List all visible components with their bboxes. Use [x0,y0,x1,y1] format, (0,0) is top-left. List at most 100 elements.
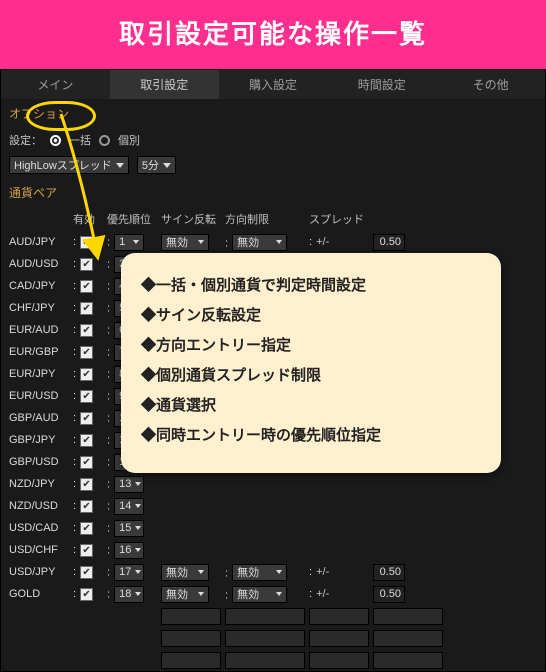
pair-row: USD/CAD : ✔ : 15 [1,517,545,539]
enable-checkbox[interactable]: ✔ [80,390,93,403]
drag-handle-icon[interactable]: : [107,456,111,468]
drag-handle-icon[interactable]: : [309,588,313,600]
enable-checkbox[interactable]: ✔ [80,588,93,601]
enable-checkbox[interactable]: ✔ [80,478,93,491]
drag-handle-icon[interactable]: : [73,368,77,380]
empty-input[interactable] [373,608,443,625]
drag-handle-icon[interactable]: : [73,588,77,600]
drag-handle-icon[interactable]: : [225,567,229,579]
priority-select[interactable]: 16 [114,542,144,559]
priority-select[interactable]: 14 [114,498,144,515]
drag-handle-icon[interactable]: : [73,258,77,270]
reverse-select[interactable]: 無効 [161,586,209,603]
settings-label: 設定： [9,132,42,148]
drag-handle-icon[interactable]: : [309,236,313,248]
empty-select[interactable] [309,630,369,647]
enable-checkbox[interactable]: ✔ [80,258,93,271]
drag-handle-icon[interactable]: : [73,478,77,490]
drag-handle-icon[interactable]: : [73,280,77,292]
tab-other[interactable]: その他 [436,70,545,99]
tab-purchase-settings[interactable]: 購入設定 [219,70,328,99]
enable-checkbox[interactable]: ✔ [80,236,93,249]
enable-checkbox[interactable]: ✔ [80,324,93,337]
caret-down-icon [135,526,141,530]
priority-select[interactable]: 15 [114,520,144,537]
drag-handle-icon[interactable]: : [73,412,77,424]
empty-select[interactable] [225,630,305,647]
empty-select[interactable] [309,652,369,669]
priority-select[interactable]: 18 [114,586,144,603]
feature-callout: ◆一括・個別通貨で判定時間設定 ◆サイン反転設定 ◆方向エントリー指定 ◆個別通… [121,253,501,473]
spread-input[interactable]: 0.50 [373,586,405,603]
empty-select[interactable] [225,652,305,669]
drag-handle-icon[interactable]: : [73,544,77,556]
empty-select[interactable] [161,630,221,647]
drag-handle-icon[interactable]: : [107,500,111,512]
drag-handle-icon[interactable]: : [107,280,111,292]
reverse-select[interactable]: 無効 [161,564,209,581]
empty-select[interactable] [309,608,369,625]
app-window: メイン 取引設定 購入設定 時間設定 その他 オプション 設定： 一括 個別 H… [0,69,546,672]
drag-handle-icon[interactable]: : [107,302,111,314]
enable-checkbox[interactable]: ✔ [80,544,93,557]
drag-handle-icon[interactable]: : [73,346,77,358]
drag-handle-icon[interactable]: : [73,434,77,446]
priority-select[interactable]: 17 [114,564,144,581]
drag-handle-icon[interactable]: : [107,566,111,578]
enable-checkbox[interactable]: ✔ [80,412,93,425]
enable-checkbox[interactable]: ✔ [80,500,93,513]
empty-select[interactable] [225,608,305,625]
drag-handle-icon[interactable]: : [107,478,111,490]
drag-handle-icon[interactable]: : [107,236,111,248]
enable-checkbox[interactable]: ✔ [80,522,93,535]
spread-input[interactable]: 0.50 [373,564,405,581]
direction-select[interactable]: 無効 [232,234,287,251]
strategy-select[interactable]: HighLowスプレッド [9,156,129,174]
enable-checkbox[interactable]: ✔ [80,280,93,293]
drag-handle-icon[interactable]: : [73,324,77,336]
drag-handle-icon[interactable]: : [107,346,111,358]
drag-handle-icon[interactable]: : [73,456,77,468]
enable-checkbox[interactable]: ✔ [80,368,93,381]
drag-handle-icon[interactable]: : [73,390,77,402]
direction-select[interactable]: 無効 [232,586,287,603]
drag-handle-icon[interactable]: : [107,258,111,270]
enable-checkbox[interactable]: ✔ [80,456,93,469]
priority-select[interactable]: 13 [114,476,144,493]
drag-handle-icon[interactable]: : [107,324,111,336]
priority-select[interactable]: 1 [114,234,144,251]
enable-checkbox[interactable]: ✔ [80,434,93,447]
empty-select[interactable] [161,652,221,669]
enable-checkbox[interactable]: ✔ [80,566,93,579]
drag-handle-icon[interactable]: : [107,412,111,424]
tab-time-settings[interactable]: 時間設定 [327,70,436,99]
enable-checkbox[interactable]: ✔ [80,302,93,315]
drag-handle-icon[interactable]: : [107,522,111,534]
drag-handle-icon[interactable]: : [107,390,111,402]
interval-select[interactable]: 5分 [137,156,176,174]
drag-handle-icon[interactable]: : [73,522,77,534]
reverse-select[interactable]: 無効 [161,234,209,251]
drag-handle-icon[interactable]: : [225,237,229,249]
direction-select[interactable]: 無効 [232,564,287,581]
drag-handle-icon[interactable]: : [107,368,111,380]
drag-handle-icon[interactable]: : [73,236,77,248]
enable-checkbox[interactable]: ✔ [80,346,93,359]
caret-down-icon [163,163,171,168]
drag-handle-icon[interactable]: : [107,588,111,600]
empty-input[interactable] [373,630,443,647]
radio-individual[interactable] [99,135,110,146]
empty-select[interactable] [161,608,221,625]
drag-handle-icon[interactable]: : [225,589,229,601]
tab-main[interactable]: メイン [1,70,110,99]
tab-trade-settings[interactable]: 取引設定 [110,70,219,99]
drag-handle-icon[interactable]: : [107,434,111,446]
radio-bulk[interactable] [50,135,61,146]
empty-input[interactable] [373,652,443,669]
spread-input[interactable]: 0.50 [373,234,405,251]
drag-handle-icon[interactable]: : [73,302,77,314]
drag-handle-icon[interactable]: : [309,566,313,578]
drag-handle-icon[interactable]: : [73,500,77,512]
drag-handle-icon[interactable]: : [73,566,77,578]
drag-handle-icon[interactable]: : [107,544,111,556]
